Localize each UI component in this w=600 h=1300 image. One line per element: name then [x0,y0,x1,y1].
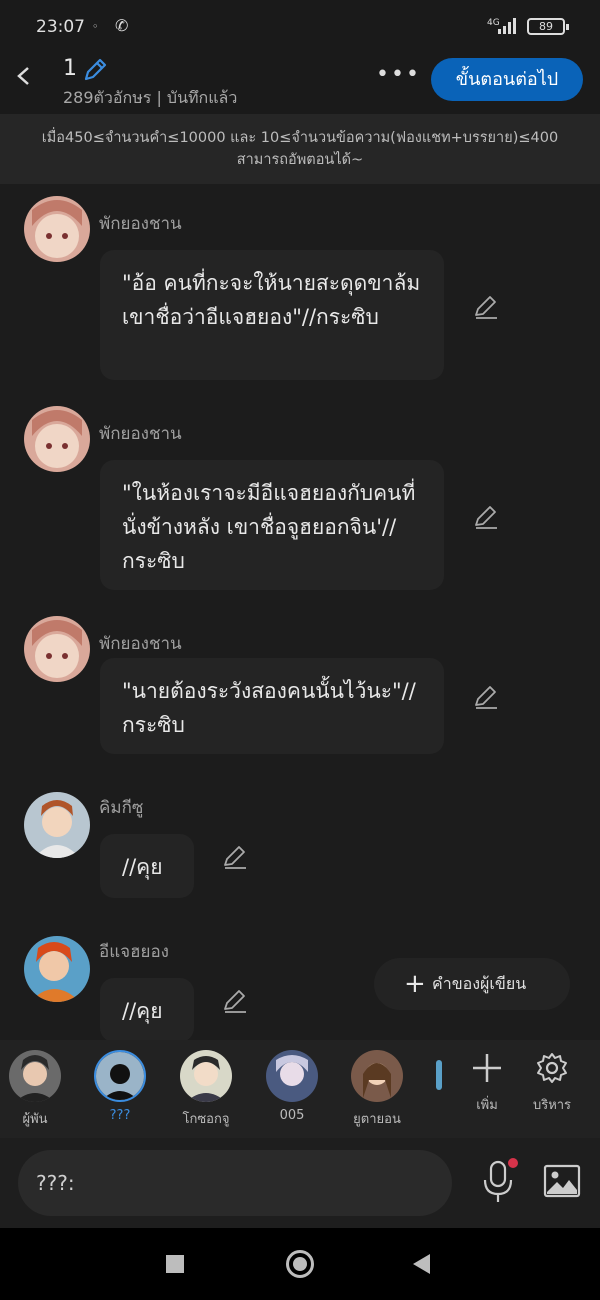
status-time: 23:07 [36,17,85,37]
edit-title-pencil-icon[interactable] [82,57,108,83]
edit-message-pencil-icon[interactable] [473,294,499,320]
episode-status: 289ตัวอักษร | บันทึกแล้ว [63,88,238,107]
next-step-button[interactable]: ขั้นตอนต่อไป [431,58,583,101]
publish-requirement-notice: เมื่อ450≤จำนวนคำ≤10000 และ 10≤จำนวนข้อคว… [0,114,600,184]
partial-character-avatar[interactable] [436,1060,442,1090]
character-avatar [9,1050,61,1102]
battery-icon: 89 [527,18,569,35]
avatar-image [24,196,90,262]
avatar[interactable] [24,936,90,1002]
speaker-name: คิมกีซู [99,798,144,818]
recents-button[interactable] [166,1255,184,1273]
character-avatar [180,1050,232,1102]
message-input[interactable]: ???: [18,1150,452,1216]
speaker-name: พักยองชาน [99,634,182,654]
avatar-image [24,936,90,1002]
character-name: ผู้พัน [22,1112,48,1127]
add-character-button[interactable]: เพิ่ม [457,1052,517,1115]
message-bubble[interactable]: "อ้อ คนที่กะจะให้นายสะดุดขาล้มเขาชื่อว่า… [100,250,444,380]
phone-icon: ✆ [115,16,129,35]
avatar[interactable] [24,196,90,262]
more-options-button[interactable]: ••• [376,62,421,87]
edit-message-pencil-icon[interactable] [473,684,499,710]
back-nav-button[interactable] [413,1254,430,1274]
avatar[interactable] [24,616,90,682]
character-item[interactable]: ยูตายอน [342,1050,412,1129]
message-bubble[interactable]: "ในห้องเราจะมีอีแจฮยองกับคนที่นั่งข้างหล… [100,460,444,590]
editor-header: 1 289ตัวอักษร | บันทึกแล้ว ••• ขั้นตอนต่… [0,56,600,114]
message-list[interactable]: พักยองชาน "อ้อ คนที่กะจะให้นายสะดุดขาล้ม… [0,184,600,1040]
edit-message-pencil-icon[interactable] [222,988,248,1014]
character-avatar [351,1050,403,1102]
message-bubble[interactable]: //คุย [100,834,194,898]
character-name: ??? [109,1108,131,1123]
manage-characters-button[interactable]: บริหาร [522,1052,582,1115]
edit-message-pencil-icon[interactable] [473,504,499,530]
add-label: เพิ่ม [476,1098,498,1113]
recording-indicator-dot [508,1158,518,1168]
character-item[interactable]: โกซอกจู [171,1050,241,1129]
chevron-left-icon [17,67,29,85]
message-input-bar: ???: [0,1138,600,1228]
manage-label: บริหาร [532,1098,572,1113]
notice-line-2: สามารถอัพตอนได้~ [236,152,364,168]
character-name: โกซอกจู [182,1112,230,1127]
character-item[interactable]: ผู้พัน [0,1050,70,1129]
status-bar: 23:07 ◦ ✆ 4G 89 [0,0,600,56]
avatar[interactable] [24,406,90,472]
character-selector: ผู้พัน ??? โกซอกจู 005 ยูตายอน เพิ่ม บริ… [0,1040,600,1138]
message-bubble[interactable]: "นายต้องระวังสองคนนั้นไว้นะ"//กระซิบ [100,658,444,754]
avatar[interactable] [24,792,90,858]
image-icon[interactable] [543,1162,581,1200]
gear-icon [537,1053,567,1083]
character-name: 005 [279,1108,305,1123]
plus-icon [473,1054,501,1082]
avatar-image [24,406,90,472]
notice-line-1: เมื่อ450≤จำนวนคำ≤10000 และ 10≤จำนวนข้อคว… [41,130,559,146]
author-words-button[interactable]: + คำของผู้เขียน [374,958,570,1010]
author-words-label: คำของผู้เขียน [432,974,527,993]
home-button[interactable] [286,1250,314,1278]
speaker-name: อีแจฮยอง [99,942,169,962]
character-avatar [94,1050,146,1102]
character-item[interactable]: 005 [257,1050,327,1123]
plus-icon: + [404,969,426,999]
character-item-selected[interactable]: ??? [85,1050,155,1123]
notification-icon: ◦ [92,20,99,33]
back-button[interactable] [12,60,40,96]
character-name: ยูตายอน [353,1112,401,1127]
episode-title: 1 [63,56,77,81]
avatar-image [24,792,90,858]
avatar-image [24,616,90,682]
speaker-name: พักยองชาน [99,424,182,444]
signal-icon [498,18,516,34]
system-nav-bar [0,1228,600,1300]
message-bubble[interactable]: //คุย [100,978,194,1040]
character-avatar [266,1050,318,1102]
speaker-name: พักยองชาน [99,214,182,234]
edit-message-pencil-icon[interactable] [222,844,248,870]
